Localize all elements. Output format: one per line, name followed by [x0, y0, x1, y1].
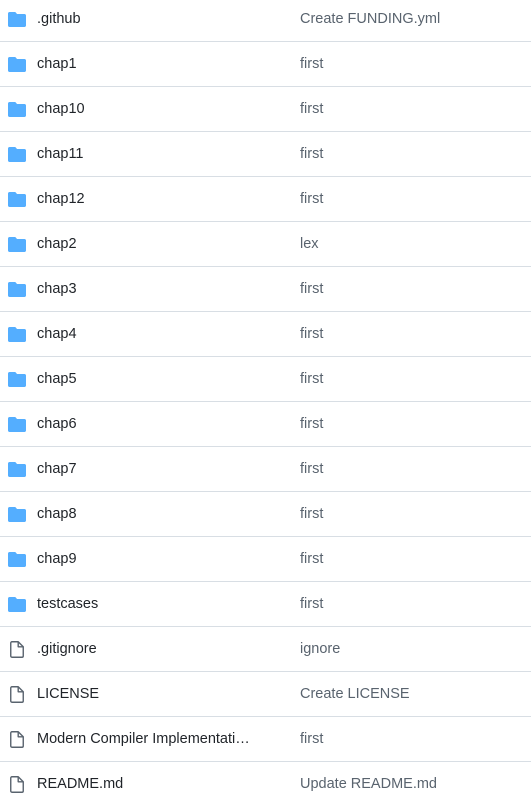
file-icon — [8, 775, 26, 793]
file-row[interactable]: Modern Compiler Implementati… first — [0, 717, 531, 762]
folder-row[interactable]: chap2 lex — [0, 222, 531, 267]
commit-message-link[interactable]: first — [300, 371, 525, 387]
folder-icon — [8, 506, 26, 522]
folder-icon — [8, 281, 26, 297]
commit-message-link[interactable]: first — [300, 461, 525, 477]
folder-icon — [8, 596, 26, 612]
folder-icon — [8, 551, 26, 567]
folder-icon — [8, 236, 26, 252]
folder-name-link[interactable]: chap6 — [37, 416, 269, 432]
folder-row[interactable]: chap7 first — [0, 447, 531, 492]
folder-name-link[interactable]: chap8 — [37, 506, 269, 522]
folder-icon — [8, 416, 26, 432]
folder-row[interactable]: chap9 first — [0, 537, 531, 582]
folder-icon — [8, 101, 26, 117]
folder-icon — [8, 56, 26, 72]
folder-icon — [8, 146, 26, 162]
folder-name-link[interactable]: chap3 — [37, 281, 269, 297]
folder-row[interactable]: .github Create FUNDING.yml — [0, 0, 531, 42]
commit-message-link[interactable]: first — [300, 731, 525, 747]
folder-row[interactable]: chap5 first — [0, 357, 531, 402]
commit-message-link[interactable]: lex — [300, 236, 525, 252]
commit-message-link[interactable]: ignore — [300, 641, 525, 657]
commit-message-link[interactable]: Create LICENSE — [300, 686, 525, 702]
commit-message-link[interactable]: Create FUNDING.yml — [300, 11, 525, 27]
folder-icon — [8, 326, 26, 342]
folder-name-link[interactable]: chap4 — [37, 326, 269, 342]
folder-row[interactable]: testcases first — [0, 582, 531, 627]
file-row[interactable]: LICENSE Create LICENSE — [0, 672, 531, 717]
file-list: .github Create FUNDING.yml chap1 first chap1… — [0, 0, 531, 806]
folder-name-link[interactable]: chap1 — [37, 56, 269, 72]
folder-icon — [8, 191, 26, 207]
folder-name-link[interactable]: .github — [37, 11, 269, 27]
commit-message-link[interactable]: first — [300, 101, 525, 117]
folder-icon — [8, 371, 26, 387]
folder-name-link[interactable]: chap5 — [37, 371, 269, 387]
file-row[interactable]: README.md Update README.md — [0, 762, 531, 806]
folder-row[interactable]: chap11 first — [0, 132, 531, 177]
folder-row[interactable]: chap1 first — [0, 42, 531, 87]
file-name-link[interactable]: README.md — [37, 776, 269, 792]
file-name-link[interactable]: LICENSE — [37, 686, 269, 702]
folder-icon — [8, 11, 26, 27]
folder-name-link[interactable]: testcases — [37, 596, 269, 612]
folder-icon — [8, 461, 26, 477]
folder-name-link[interactable]: chap11 — [37, 146, 269, 162]
folder-name-link[interactable]: chap7 — [37, 461, 269, 477]
commit-message-link[interactable]: Update README.md — [300, 776, 525, 792]
folder-row[interactable]: chap6 first — [0, 402, 531, 447]
file-icon — [8, 640, 26, 658]
file-name-link[interactable]: .gitignore — [37, 641, 269, 657]
commit-message-link[interactable]: first — [300, 551, 525, 567]
commit-message-link[interactable]: first — [300, 596, 525, 612]
folder-name-link[interactable]: chap2 — [37, 236, 269, 252]
commit-message-link[interactable]: first — [300, 416, 525, 432]
folder-row[interactable]: chap10 first — [0, 87, 531, 132]
folder-name-link[interactable]: chap9 — [37, 551, 269, 567]
commit-message-link[interactable]: first — [300, 281, 525, 297]
folder-name-link[interactable]: chap10 — [37, 101, 269, 117]
folder-row[interactable]: chap8 first — [0, 492, 531, 537]
commit-message-link[interactable]: first — [300, 56, 525, 72]
commit-message-link[interactable]: first — [300, 191, 525, 207]
file-icon — [8, 730, 26, 748]
file-row[interactable]: .gitignore ignore — [0, 627, 531, 672]
file-name-link[interactable]: Modern Compiler Implementati… — [37, 731, 269, 747]
folder-row[interactable]: chap3 first — [0, 267, 531, 312]
commit-message-link[interactable]: first — [300, 146, 525, 162]
folder-row[interactable]: chap12 first — [0, 177, 531, 222]
commit-message-link[interactable]: first — [300, 506, 525, 522]
folder-row[interactable]: chap4 first — [0, 312, 531, 357]
commit-message-link[interactable]: first — [300, 326, 525, 342]
file-icon — [8, 685, 26, 703]
folder-name-link[interactable]: chap12 — [37, 191, 269, 207]
